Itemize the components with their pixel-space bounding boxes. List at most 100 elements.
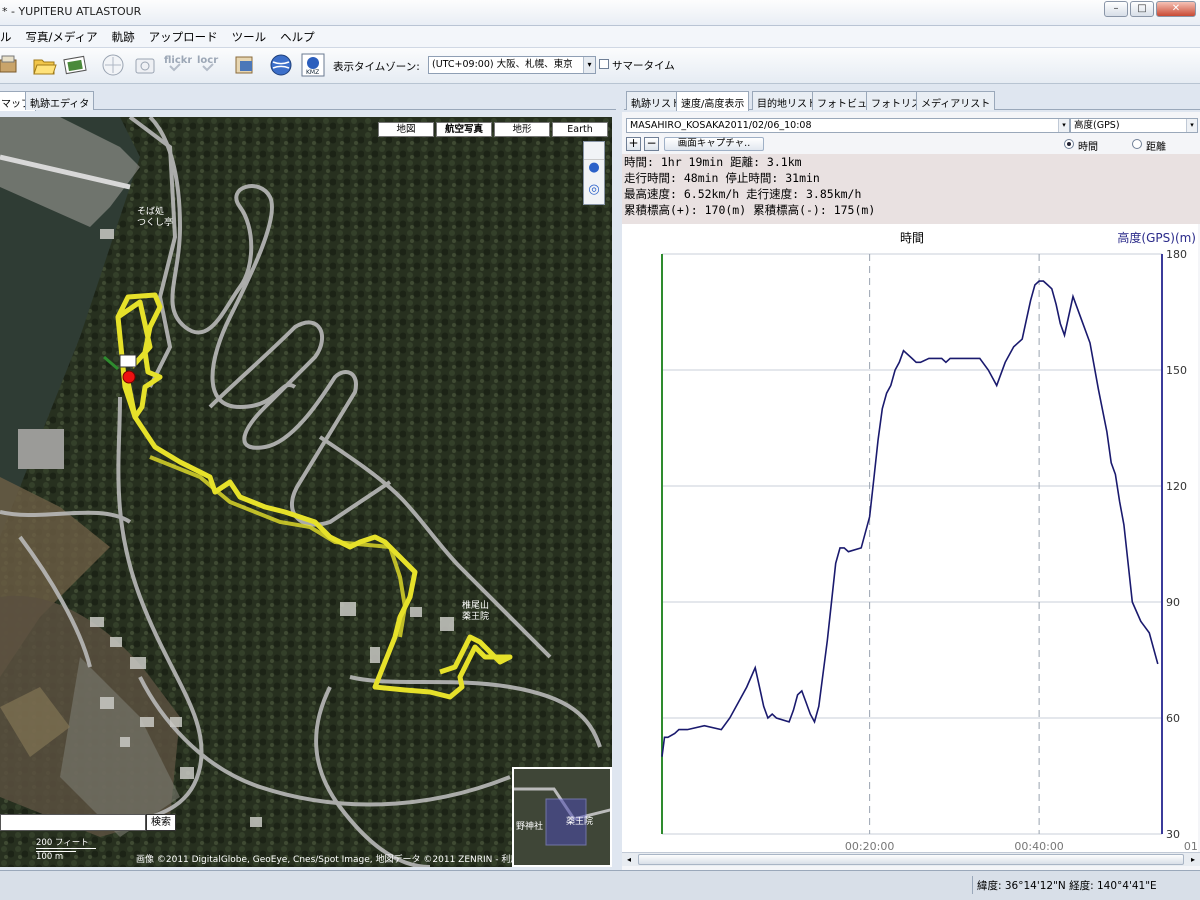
- map-type-buttons: 地図 航空写真 地形 Earth: [378, 122, 608, 137]
- status-bar: 緯度: 36°14'12"N 経度: 140°4'41"E: [0, 870, 1200, 900]
- close-button[interactable]: ✕: [1156, 1, 1196, 17]
- target-icon[interactable]: ◎: [584, 182, 604, 204]
- kmz-icon-text: KMZ: [306, 69, 319, 76]
- title-bar: * - YUPITERU ATLASTOUR – □ ✕: [0, 0, 1200, 26]
- export-icon[interactable]: [232, 52, 258, 78]
- menu-help[interactable]: ヘルプ: [280, 29, 315, 45]
- axis-distance-radio[interactable]: [1132, 139, 1142, 149]
- toolbar: flickr locr KMZ 表示タイムゾーン: (UTC+09:00) 大阪…: [0, 48, 1200, 84]
- track-stats: 時間: 1hr 19min 距離: 3.1km 走行時間: 48min 停止時間…: [622, 154, 1200, 224]
- globe-icon[interactable]: [268, 52, 294, 78]
- screen-capture-button[interactable]: 画面キャプチャ..: [664, 137, 764, 151]
- minimize-button[interactable]: –: [1104, 1, 1128, 17]
- cursor-coordinates: 緯度: 36°14'12"N 経度: 140°4'41"E: [972, 876, 1200, 894]
- scale-ft: 200 フィート: [36, 836, 96, 849]
- menu-bar: ル 写真/メディア 軌跡 アップロード ツール ヘルプ: [0, 26, 1200, 48]
- map-search-input[interactable]: [0, 814, 146, 831]
- x-axis-label: 時間: [900, 231, 924, 245]
- earth-kmz-icon[interactable]: KMZ: [300, 52, 326, 78]
- stat-elevation: 累積標高(+): 170(m) 累積標高(-): 175(m): [624, 203, 876, 217]
- metric-select[interactable]: 高度(GPS) ▾: [1070, 118, 1198, 133]
- scroll-right-icon[interactable]: ▸: [1186, 853, 1200, 866]
- x-tick-label: 01:00:00: [1184, 840, 1198, 852]
- window-title: * - YUPITERU ATLASTOUR: [2, 5, 142, 18]
- satellite-map[interactable]: そば処 つくし亭 椎尾山 薬王院 地図 航空写真 地形 Earth ● ◎ 検索…: [0, 117, 612, 867]
- menu-photo-media[interactable]: 写真/メディア: [26, 29, 98, 45]
- map-search-button[interactable]: 検索: [146, 814, 176, 831]
- summer-time-checkbox[interactable]: [599, 59, 609, 69]
- menu-track[interactable]: 軌跡: [112, 29, 135, 45]
- locr-icon[interactable]: locr: [195, 52, 221, 78]
- y-tick-label: 180: [1166, 248, 1187, 261]
- summer-time-label: サマータイム: [612, 60, 675, 72]
- camera-icon[interactable]: [132, 52, 158, 78]
- map-attribution[interactable]: 画像 ©2011 DigitalGlobe, GeoEye, Cnes/Spot…: [136, 852, 537, 865]
- menu-file[interactable]: ル: [0, 29, 12, 45]
- stat-time-distance: 時間: 1hr 19min 距離: 3.1km: [624, 155, 802, 169]
- overview-map[interactable]: 薬王院 野神社: [512, 767, 612, 867]
- track-select[interactable]: MASAHIRO_KOSAKA2011/02/06_10:08 ▾: [626, 118, 1070, 133]
- zoom-out-button[interactable]: −: [644, 137, 659, 151]
- chevron-down-icon[interactable]: ▾: [1058, 119, 1069, 132]
- flickr-icon-text: flickr: [164, 55, 192, 66]
- track-select-value: MASAHIRO_KOSAKA2011/02/06_10:08: [630, 120, 812, 131]
- chart-horizontal-scrollbar[interactable]: ◂ ▸: [622, 852, 1200, 866]
- menu-tools[interactable]: ツール: [232, 29, 267, 45]
- box-icon[interactable]: [0, 52, 22, 78]
- altitude-chart-svg: 30 60 90 120 150 180 00:20:00 00:40:00 01:00:00 時…: [661, 230, 1200, 853]
- y-tick-label: 150: [1166, 364, 1187, 377]
- timezone-value: (UTC+09:00) 大阪、札幌、東京: [432, 59, 573, 70]
- tab-media-list[interactable]: メディアリスト: [916, 91, 996, 110]
- compass-icon[interactable]: [100, 52, 126, 78]
- map-type-terrain[interactable]: 地形: [494, 122, 550, 137]
- axis-distance-label: 距離: [1146, 142, 1166, 153]
- y-tick-label: 120: [1166, 480, 1187, 493]
- y-tick-label: 60: [1166, 712, 1180, 725]
- stat-moving-stopped: 走行時間: 48min 停止時間: 31min: [624, 171, 820, 185]
- locr-icon-text: locr: [197, 55, 218, 66]
- maximize-button[interactable]: □: [1130, 1, 1154, 17]
- altitude-series-line: [661, 280, 1159, 757]
- stat-speed: 最高速度: 6.52km/h 走行速度: 3.85km/h: [624, 187, 862, 201]
- photo-icon[interactable]: [63, 52, 89, 78]
- x-tick-label: 00:20:00: [845, 840, 894, 852]
- y-tick-label: 90: [1166, 596, 1180, 609]
- y-tick-label: 30: [1166, 828, 1180, 841]
- inset-label-b: 野神社: [516, 820, 543, 831]
- y-axis-label: 高度(GPS)(m): [1117, 230, 1196, 245]
- chevron-down-icon[interactable]: ▾: [1186, 119, 1197, 132]
- open-folder-icon[interactable]: [31, 52, 57, 78]
- tab-speed-altitude[interactable]: 速度/高度表示: [676, 91, 750, 111]
- map-type-earth[interactable]: Earth: [552, 122, 608, 137]
- altitude-chart[interactable]: 30 60 90 120 150 180 00:20:00 00:40:00 01:00:00 時…: [622, 224, 1200, 853]
- menu-upload[interactable]: アップロード: [149, 29, 218, 45]
- scroll-left-icon[interactable]: ◂: [622, 853, 636, 866]
- flickr-icon[interactable]: flickr: [162, 52, 192, 78]
- axis-time-label: 時間: [1078, 142, 1098, 153]
- chevron-down-icon[interactable]: ▾: [583, 57, 595, 73]
- map-imagery: そば処 つくし亭 椎尾山 薬王院: [0, 117, 612, 867]
- speed-altitude-panel: MASAHIRO_KOSAKA2011/02/06_10:08 ▾ 高度(GPS…: [622, 112, 1200, 870]
- scale-m: 100 m: [36, 851, 76, 862]
- zoom-in-button[interactable]: +: [626, 137, 641, 151]
- timezone-label: 表示タイムゾーン:: [333, 61, 420, 73]
- poi-soba-line2: つくし亭: [137, 216, 173, 227]
- poi-yakuoin-line1: 椎尾山: [462, 599, 489, 610]
- x-tick-label: 00:40:00: [1014, 840, 1063, 852]
- map-scale: 200 フィート 100 m: [36, 836, 96, 862]
- axis-time-radio[interactable]: [1064, 139, 1074, 149]
- right-tab-strip: 軌跡リスト 速度/高度表示 目的地リスト フォトビュー フォトリスト メディアリ…: [624, 88, 1200, 111]
- left-tab-strip: マップ 軌跡エディタ: [0, 88, 616, 111]
- map-type-satellite[interactable]: 航空写真: [436, 122, 492, 137]
- map-type-map[interactable]: 地図: [378, 122, 434, 137]
- tab-track-editor[interactable]: 軌跡エディタ: [25, 91, 95, 110]
- poi-soba-line1: そば処: [137, 205, 164, 216]
- poi-yakuoin-line2: 薬王院: [462, 610, 489, 621]
- metric-select-value: 高度(GPS): [1074, 120, 1120, 131]
- ruler-icon[interactable]: [584, 142, 604, 160]
- map-tool-strip: ● ◎: [583, 141, 605, 205]
- map-pin-icon[interactable]: ●: [584, 160, 604, 182]
- timezone-select[interactable]: (UTC+09:00) 大阪、札幌、東京 ▾: [428, 56, 596, 74]
- inset-label-a: 薬王院: [566, 815, 593, 826]
- scrollbar-thumb[interactable]: [638, 854, 1184, 865]
